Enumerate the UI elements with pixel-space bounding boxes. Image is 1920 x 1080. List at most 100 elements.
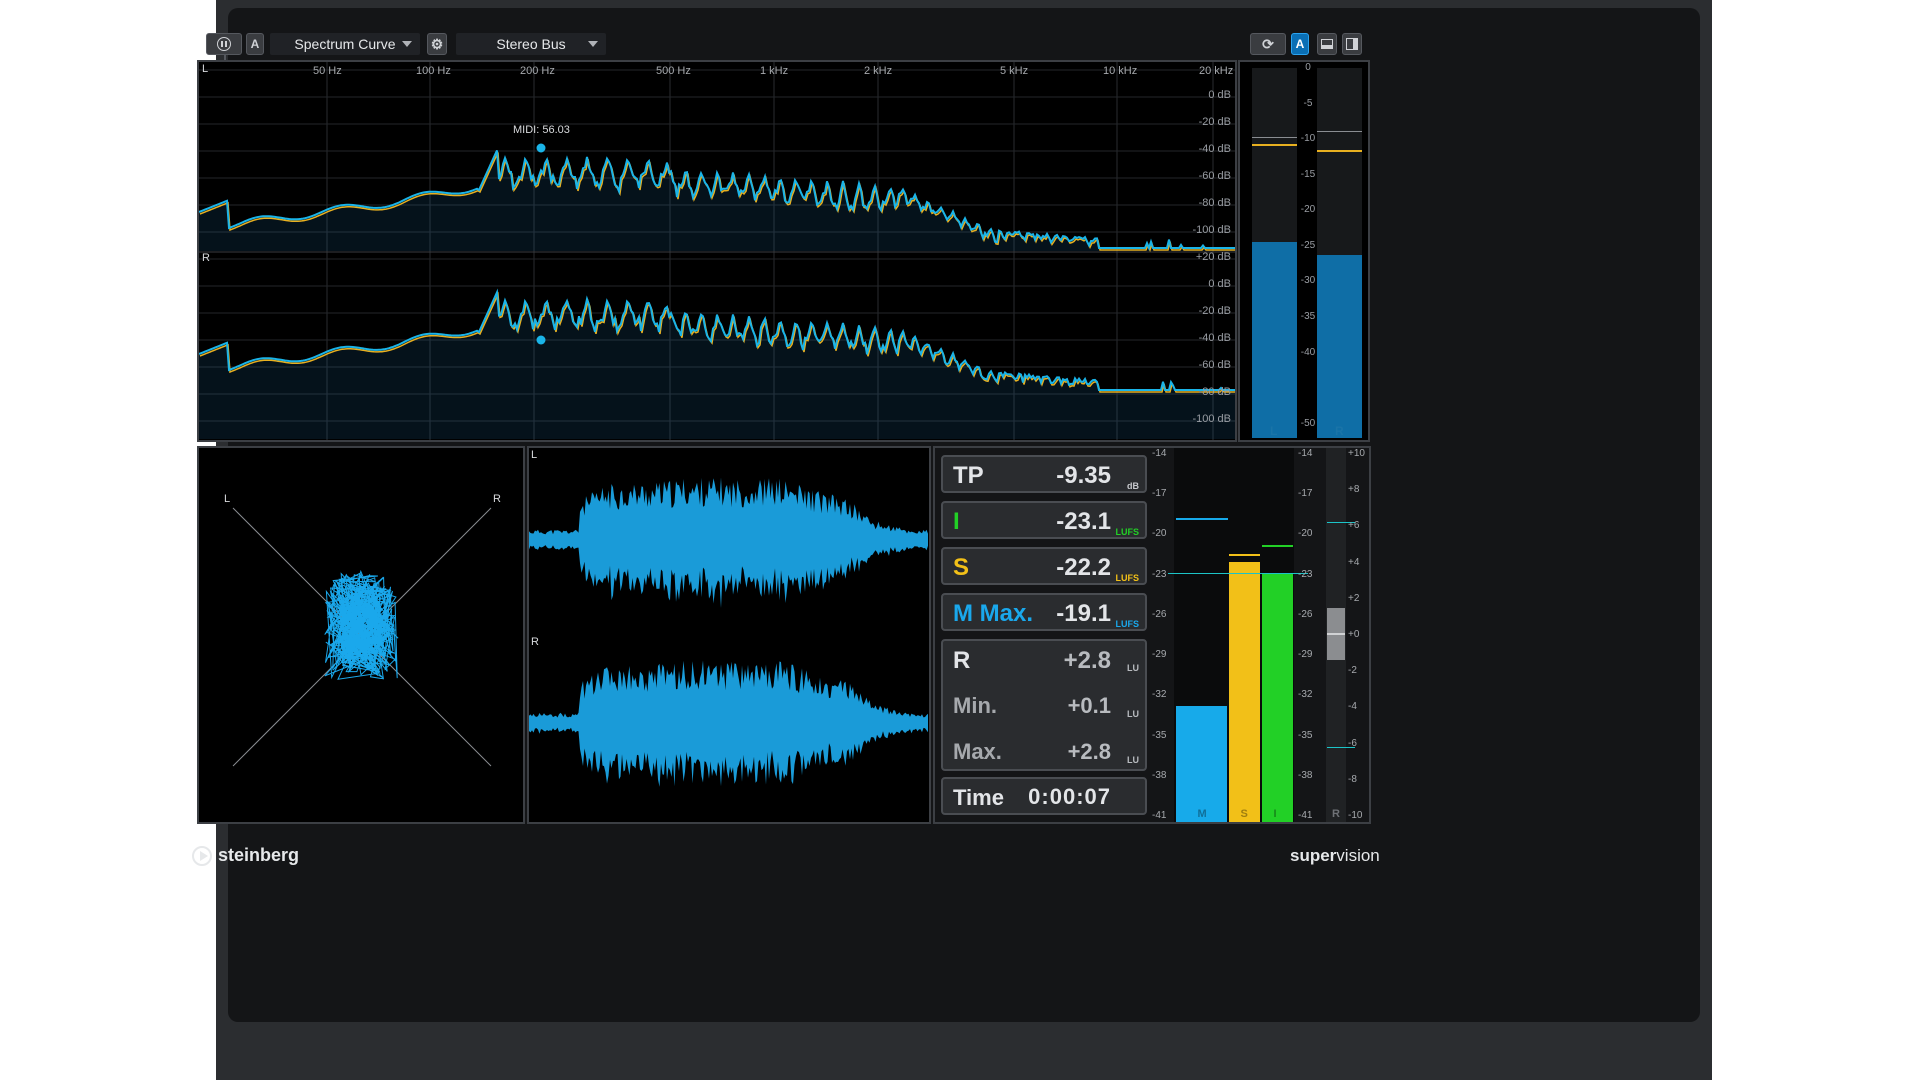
db-label: 0 dB [1208,89,1231,101]
level-scale-label: 0 [1305,62,1311,73]
tp-unit: dB [1127,481,1139,491]
layout-side-button[interactable] [1342,33,1362,55]
loudness-bar-label: I [1273,808,1277,820]
true-peak-readout: TP -9.35 dB [941,455,1147,493]
freq-label: 10 kHz [1103,65,1138,77]
midi-readout: MIDI: 56.03 [513,124,570,136]
layout-bottom-button[interactable] [1317,33,1337,55]
a-button[interactable]: A [246,33,264,55]
supervision-logo-part-a: super [1290,846,1337,865]
supervision-logo: supervision [1290,846,1380,866]
loudness-scale-label: +4 [1348,556,1360,568]
level-scale-label: -25 [1300,239,1316,251]
spectrum-panel[interactable]: L R MIDI: 56.03 50 Hz 100 Hz 200 Hz 500 Hz 1… [197,60,1237,442]
loudness-bar-s [1229,561,1260,822]
max-name: Max. [953,739,1002,764]
level-scale-label: -35 [1300,311,1316,323]
loudness-scale-label: -32 [1298,689,1313,701]
loudness-scale-label: -32 [1152,689,1167,701]
sync-button[interactable]: ⟳ [1250,33,1286,55]
level-meter-left-peak [1252,144,1297,147]
loudness-scale-label: -38 [1298,769,1313,781]
min-unit: LU [1127,709,1139,719]
i-name: I [953,508,960,535]
layout-side-icon [1346,38,1358,50]
loudness-bar-i [1262,574,1293,822]
bus-select-value: Stereo Bus [496,36,566,52]
loudness-scale-label: -35 [1152,729,1167,741]
level-meter-right-label: R [1335,424,1344,438]
level-meter-right-peak [1317,149,1362,152]
loudness-scale-label: -29 [1152,649,1167,661]
loudness-scale-label: -26 [1298,608,1313,620]
supervision-logo-part-b: vision [1336,846,1380,865]
loudness-scale-label: -41 [1298,810,1313,821]
tp-value: -9.35 [1056,462,1111,489]
right-a-button[interactable]: A [1291,33,1309,55]
waveform-panel: L R [527,446,931,824]
level-meter-left-bar [1252,242,1297,438]
phasescope-panel: L R [197,446,525,824]
pause-icon [217,37,231,51]
channel-r-label: R [202,252,210,264]
min-value: +0.1 [1067,693,1111,718]
waveform-r-label: R [531,636,539,648]
r-value: +2.8 [1063,647,1111,674]
short-term-readout: S -22.2 LUFS [941,547,1147,585]
loudness-r-indicator-line [1327,633,1345,635]
pause-toggle-button[interactable] [206,33,242,55]
freq-label: 200 Hz [520,65,555,77]
loudness-scale-label: -41 [1152,810,1167,821]
level-meter-panel: 0 -5 -10 -15 -20 -25 -30 -35 -40 -50 L R [1238,60,1370,442]
loudness-scale-label: -23 [1152,568,1167,580]
time-readout: Time 0:00:07 [941,777,1147,815]
freq-label: 50 Hz [313,65,342,77]
level-scale-label: -50 [1300,417,1316,429]
loudness-bar-label: S [1240,808,1248,820]
db-label: -100 dB [1192,224,1231,236]
module-select[interactable]: Spectrum Curve [270,33,420,55]
sync-icon: ⟳ [1262,35,1274,52]
loudness-bar-m [1176,705,1227,822]
loudness-scale-label: -14 [1152,448,1167,459]
loudness-scale-label: -17 [1298,488,1313,500]
level-meter-left-hold [1252,137,1297,139]
bus-select[interactable]: Stereo Bus [456,33,606,55]
loudness-scale-label: -35 [1298,729,1313,741]
loudness-scale-label: -20 [1298,528,1313,540]
db-label: -100 dB [1192,413,1231,425]
freq-label: 2 kHz [864,65,893,77]
db-label: -20 dB [1198,116,1231,128]
loudness-scale-label: +0 [1348,629,1360,640]
i-max-marker [1262,545,1293,547]
chevron-down-icon [402,41,412,47]
midi-marker-top[interactable] [536,143,546,153]
loudness-meter: M S I -14 -17 -20 -23 -26 -29 -32 -35 -38 -41 -14 -1… [1150,448,1370,822]
spectrum-graph [199,62,1235,440]
loudness-scale-label: +6 [1348,520,1360,532]
waveform-l-label: L [531,449,538,461]
loudness-scale-label: -38 [1152,769,1167,781]
level-scale-label: -10 [1300,133,1316,145]
module-select-value: Spectrum Curve [294,36,396,52]
loudness-scale-label: -10 [1348,810,1363,821]
loudness-scale-label: -6 [1348,737,1357,749]
db-label: -40 dB [1198,143,1231,155]
m-max-name: M Max. [953,600,1034,627]
loudness-scale-label: -20 [1152,528,1167,540]
settings-button[interactable]: ⚙ [427,33,447,55]
level-meter-left-label: L [1270,424,1278,438]
loudness-scale-label: -29 [1298,649,1313,661]
db-label: -60 dB [1198,359,1231,371]
i-value: -23.1 [1056,508,1111,535]
s-max-marker [1229,554,1260,556]
steinberg-logo: steinberg [192,845,299,866]
loudness-r-label: R [1332,808,1340,820]
integrated-readout: I -23.1 LUFS [941,501,1147,539]
db-label: 0 dB [1208,278,1231,290]
db-label: -60 dB [1198,170,1231,182]
loudness-scale-label: -17 [1152,488,1167,500]
midi-marker-bottom[interactable] [536,335,546,345]
db-label: -20 dB [1198,305,1231,317]
waveform-graph [529,477,928,787]
